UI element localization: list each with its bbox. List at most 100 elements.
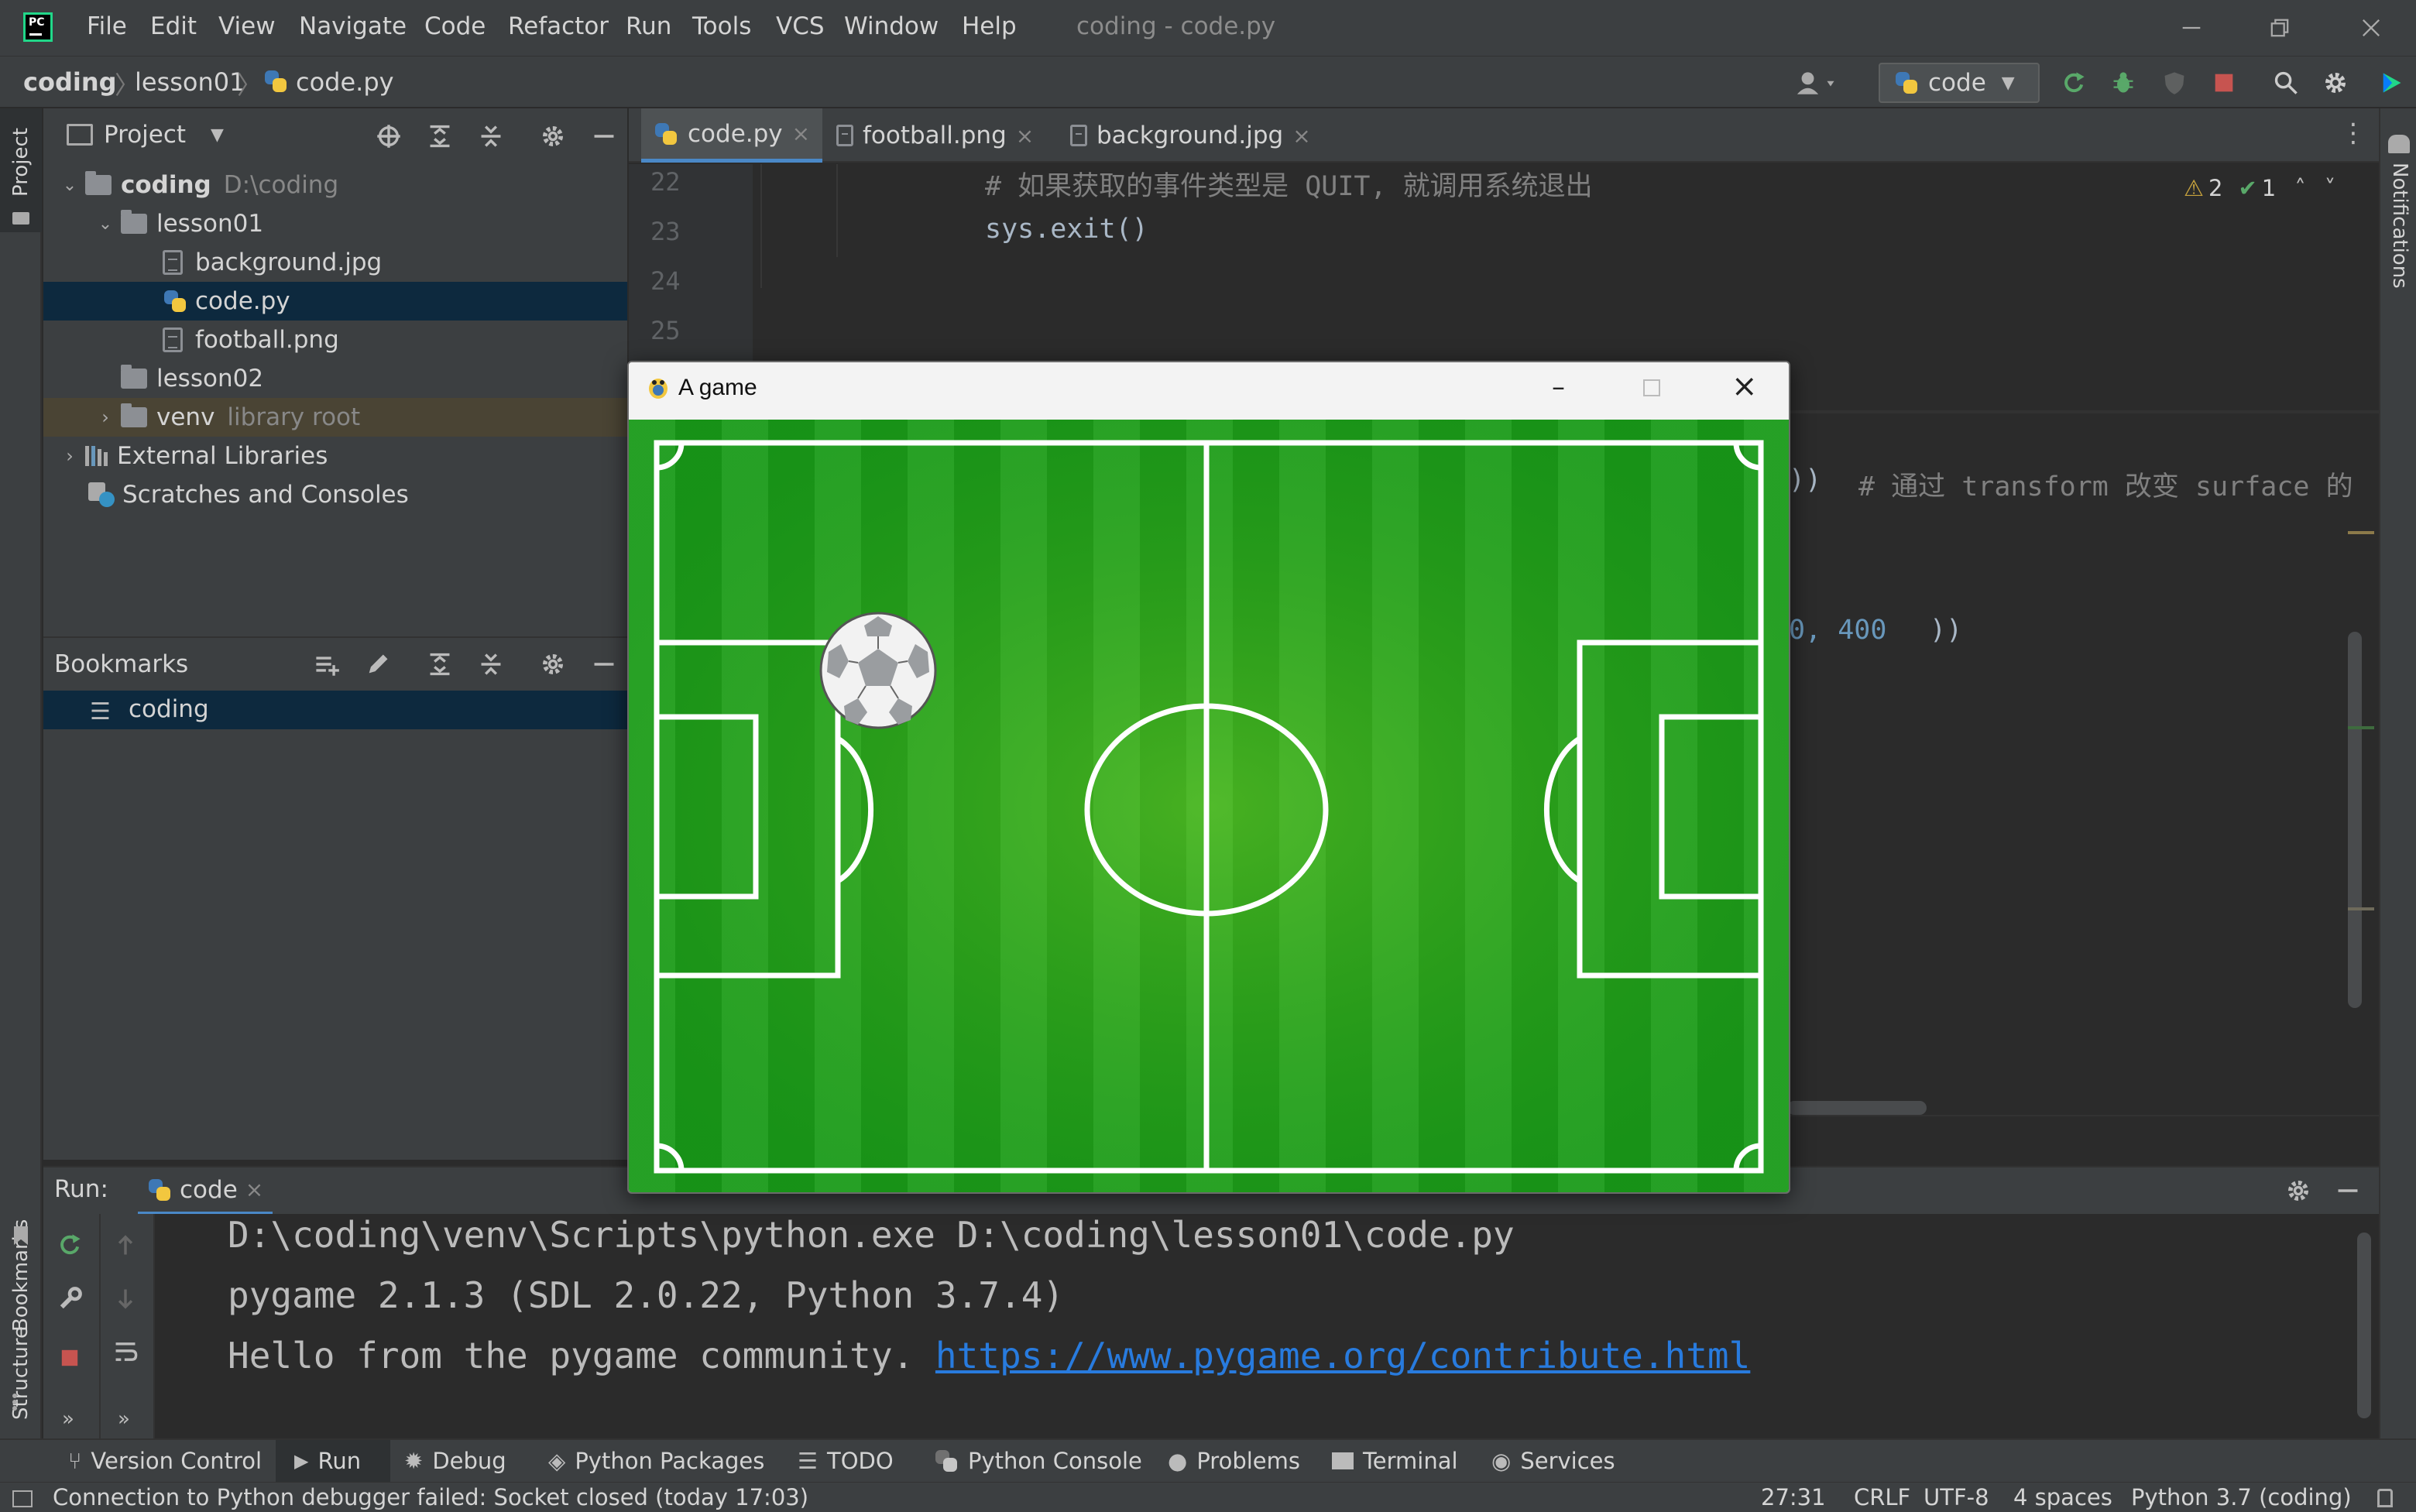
breadcrumb-folder[interactable]: lesson01 [135, 67, 245, 97]
chevron-down-icon[interactable]: ⌄ [90, 214, 121, 234]
status-interpreter[interactable]: Python 3.7 (coding) [2131, 1484, 2352, 1510]
game-window-titlebar[interactable]: A game – × [629, 362, 1789, 420]
hide-panel-icon[interactable] [587, 647, 621, 681]
console-scrollbar[interactable] [2357, 1233, 2371, 1418]
close-tab-icon[interactable]: × [245, 1177, 263, 1202]
previous-highlight-icon[interactable]: ˄ [2294, 175, 2306, 201]
chevron-right-icon[interactable]: › [90, 406, 121, 428]
restore-icon[interactable] [2263, 11, 2297, 45]
edit-pencil-icon[interactable] [361, 647, 395, 681]
gear-icon[interactable] [536, 119, 570, 153]
wrench-icon[interactable] [53, 1282, 87, 1316]
menu-view[interactable]: View [218, 12, 276, 40]
status-message[interactable]: Connection to Python debugger failed: So… [53, 1484, 808, 1510]
chevron-down-icon[interactable]: ▼ [211, 125, 224, 145]
stop-icon[interactable] [2207, 66, 2241, 100]
notifications-bell-icon[interactable] [2388, 135, 2410, 153]
tree-scratches[interactable]: Scratches and Consoles [88, 475, 409, 514]
status-encoding[interactable]: UTF-8 [1924, 1484, 1989, 1510]
tool-todo[interactable]: ☰ TODO [798, 1448, 894, 1474]
game-canvas[interactable] [629, 420, 1789, 1192]
next-highlight-icon[interactable]: ˅ [2325, 175, 2336, 201]
debug-bug-icon[interactable] [2106, 66, 2140, 100]
gear-icon[interactable] [536, 647, 570, 681]
console-contribute-link[interactable]: https://www.pygame.org/contribute.html [935, 1335, 1750, 1377]
status-indent[interactable]: 4 spaces [2013, 1484, 2112, 1510]
project-tool-window-button[interactable]: Project [0, 108, 42, 232]
tool-python-console[interactable]: Python Console [934, 1448, 1142, 1474]
tool-version-control[interactable]: ⑂ Version Control [68, 1448, 262, 1474]
inspection-widget[interactable]: ⚠ 2 ✔ 1 ˄ ˅ [2184, 175, 2335, 201]
menu-navigate[interactable]: Navigate [299, 12, 407, 40]
horizontal-scrollbar[interactable] [1787, 1101, 1927, 1115]
search-icon[interactable] [2269, 66, 2303, 100]
tab-football-png[interactable]: football.png × [824, 108, 1046, 163]
menu-help[interactable]: Help [962, 12, 1017, 40]
tool-services[interactable]: ◉ Services [1491, 1448, 1615, 1474]
chevron-right-icon[interactable]: › [54, 445, 85, 467]
lock-icon[interactable] [2377, 1489, 2393, 1507]
tree-folder-venv[interactable]: › venv library root [90, 398, 360, 437]
game-window[interactable]: A game – × [627, 361, 1790, 1194]
settings-gear-icon[interactable] [2318, 66, 2353, 100]
rerun-icon[interactable] [53, 1228, 87, 1262]
hide-panel-icon[interactable] [587, 119, 621, 153]
tab-background-jpg[interactable]: background.jpg × [1058, 108, 1323, 163]
tree-folder-lesson01[interactable]: ⌄ lesson01 [90, 204, 263, 243]
minimize-icon[interactable] [2174, 11, 2208, 45]
tree-folder-lesson02[interactable]: lesson02 [121, 359, 263, 398]
soft-wrap-icon[interactable] [108, 1335, 142, 1369]
close-window-icon[interactable] [2354, 11, 2388, 45]
breadcrumb-file[interactable]: code.py [296, 67, 394, 97]
menu-refactor[interactable]: Refactor [508, 12, 609, 40]
expand-all-icon[interactable] [423, 647, 457, 681]
user-account-icon[interactable] [1790, 66, 1845, 100]
menu-tools[interactable]: Tools [692, 12, 751, 40]
close-tab-icon[interactable]: × [1016, 123, 1034, 149]
tree-external-libraries[interactable]: › External Libraries [54, 437, 328, 475]
locate-crosshair-icon[interactable] [372, 119, 406, 153]
structure-tool-window-button[interactable]: Structure [0, 1270, 42, 1440]
run-config-selector[interactable]: code ▼ [1879, 63, 2040, 103]
status-line-separator[interactable]: CRLF [1854, 1484, 1910, 1510]
breadcrumb-project[interactable]: coding [23, 67, 117, 97]
tool-debug[interactable]: ✹ Debug [404, 1448, 506, 1474]
menu-vcs[interactable]: VCS [776, 12, 825, 40]
editor-scrollbar[interactable] [2348, 632, 2362, 1008]
toggle-tool-windows-icon[interactable] [12, 1490, 33, 1507]
coverage-shield-icon[interactable] [2157, 66, 2191, 100]
tree-root-coding[interactable]: ⌄ coding D:\coding [54, 166, 338, 204]
tool-problems[interactable]: ● Problems [1168, 1448, 1300, 1474]
scroll-down-icon[interactable] [108, 1282, 142, 1316]
menu-edit[interactable]: Edit [150, 12, 197, 40]
close-icon[interactable]: × [1731, 369, 1758, 404]
project-panel-title[interactable]: Project [104, 121, 186, 149]
scroll-up-icon[interactable] [108, 1228, 142, 1262]
tool-run[interactable]: ▶ Run [294, 1448, 361, 1474]
chevron-down-icon[interactable]: ⌄ [54, 176, 85, 195]
stop-icon[interactable] [53, 1341, 87, 1375]
minimize-icon[interactable]: – [1552, 372, 1565, 403]
pycharm-logo-icon[interactable]: PC [23, 12, 53, 42]
tree-file-background-jpg[interactable]: background.jpg [163, 243, 382, 282]
menu-run[interactable]: Run [626, 12, 671, 40]
run-tab-code[interactable]: code × [138, 1167, 273, 1215]
tree-file-football-png[interactable]: football.png [163, 321, 339, 359]
menu-file[interactable]: File [87, 12, 127, 40]
status-caret-position[interactable]: 27:31 [1761, 1484, 1826, 1510]
jetbrains-toolbox-icon[interactable] [2374, 66, 2408, 100]
collapse-all-icon[interactable] [474, 119, 508, 153]
bookmark-list-item[interactable]: ☰ coding [43, 691, 627, 729]
gear-icon[interactable] [2281, 1174, 2315, 1208]
tool-python-packages[interactable]: ◈ Python Packages [548, 1448, 764, 1474]
close-tab-icon[interactable]: × [792, 121, 810, 146]
notifications-label[interactable]: Notifications [2388, 163, 2411, 289]
collapse-all-icon[interactable] [474, 647, 508, 681]
maximize-icon[interactable] [1643, 379, 1660, 396]
close-tab-icon[interactable]: × [1292, 123, 1310, 149]
more-tools-icon[interactable]: » [118, 1407, 130, 1431]
run-console[interactable]: D:\coding\venv\Scripts\python.exe D:\cod… [43, 1214, 2379, 1438]
more-options-icon[interactable]: ⋮ [2340, 118, 2366, 149]
menu-code[interactable]: Code [424, 12, 486, 40]
add-bookmark-list-icon[interactable] [310, 647, 344, 681]
